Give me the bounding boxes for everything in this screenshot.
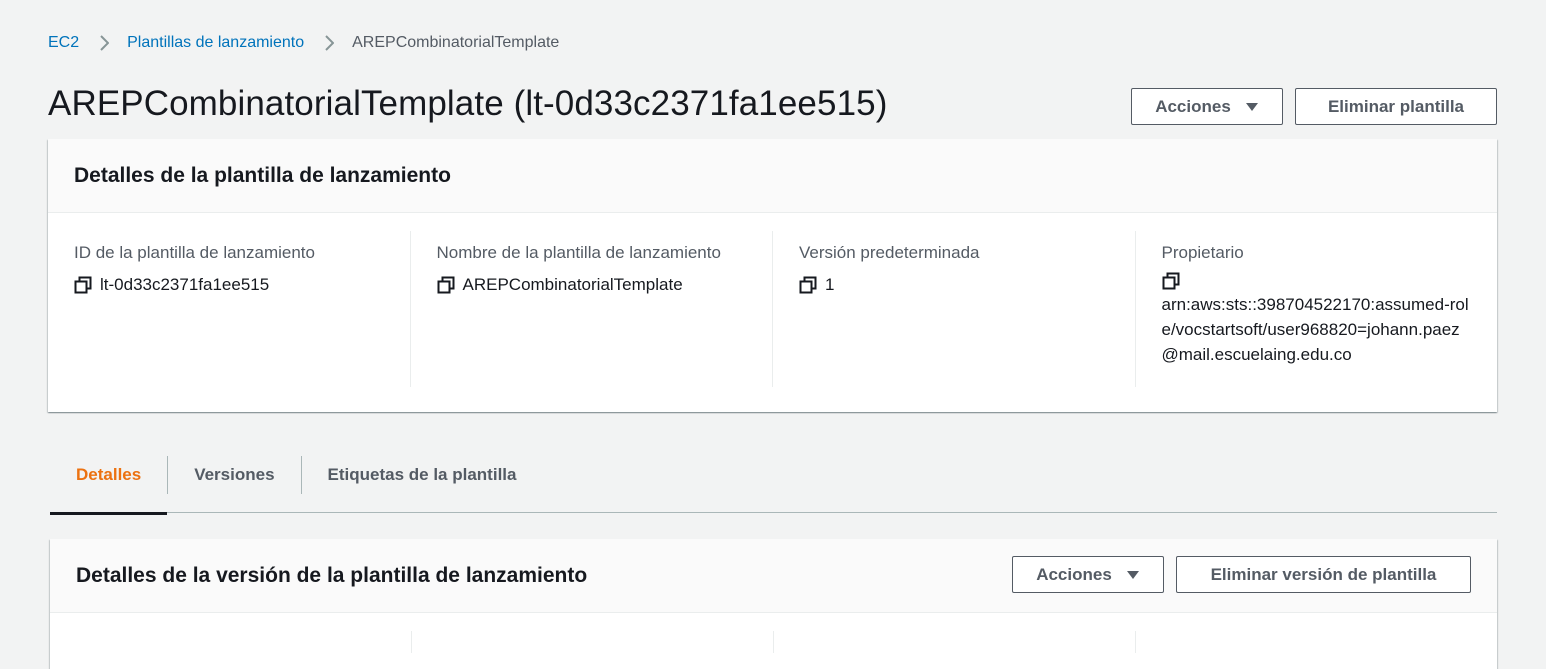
field-value: lt-0d33c2371fa1ee515 xyxy=(100,275,270,294)
breadcrumb-ec2-link[interactable]: EC2 xyxy=(48,34,79,52)
field-owner: Propietario arn:aws:sts::398704522170:as… xyxy=(1134,231,1498,387)
launch-template-details-panel: Detalles de la plantilla de lanzamiento … xyxy=(48,139,1497,412)
page-title: AREPCombinatorialTemplate (lt-0d33c2371f… xyxy=(48,84,888,123)
field-default-version: Versión predeterminada 1 xyxy=(772,231,1135,387)
field-value: arn:aws:sts::398704522170:assumed-role/v… xyxy=(1161,295,1469,364)
field-template-name: Nombre de la plantilla de lanzamiento AR… xyxy=(409,231,773,387)
delete-version-button-label: Eliminar versión de plantilla xyxy=(1210,564,1437,584)
copy-icon[interactable] xyxy=(437,276,455,294)
version-field-column xyxy=(773,631,1135,653)
field-label: Nombre de la plantilla de lanzamiento xyxy=(436,243,721,262)
caret-down-icon xyxy=(1245,102,1259,112)
version-field-column xyxy=(1135,631,1497,653)
field-label: Versión predeterminada xyxy=(799,243,980,262)
delete-template-button[interactable]: Eliminar plantilla xyxy=(1295,88,1497,125)
tab-details[interactable]: Detalles xyxy=(50,437,168,515)
chevron-right-icon xyxy=(99,35,110,51)
tab-bar: Detalles Versiones Etiquetas de la plant… xyxy=(50,437,1497,515)
copy-icon[interactable] xyxy=(799,276,817,294)
details-fields: ID de la plantilla de lanzamiento lt-0d3… xyxy=(48,213,1497,411)
version-panel-title-text: Detalles de la versión de la plantilla d… xyxy=(76,563,588,587)
version-actions-button-label: Acciones xyxy=(1036,564,1112,584)
version-field-column xyxy=(411,631,773,653)
details-panel-title: Detalles de la plantilla de lanzamiento xyxy=(48,139,1497,213)
actions-button-label: Acciones xyxy=(1155,96,1231,116)
field-value: AREPCombinatorialTemplate xyxy=(462,275,683,294)
field-label: ID de la plantilla de lanzamiento xyxy=(74,243,315,262)
delete-version-button[interactable]: Eliminar versión de plantilla xyxy=(1176,556,1471,593)
breadcrumb-current: AREPCombinatorialTemplate xyxy=(352,34,560,51)
field-value: 1 xyxy=(825,275,835,294)
actions-dropdown-button[interactable]: Acciones xyxy=(1131,88,1283,125)
tab-template-tags[interactable]: Etiquetas de la plantilla xyxy=(302,437,543,513)
caret-down-icon xyxy=(1126,570,1140,580)
breadcrumb: EC2 Plantillas de lanzamiento AREPCombin… xyxy=(48,32,559,54)
breadcrumb-launch-templates-link[interactable]: Plantillas de lanzamiento xyxy=(127,34,304,52)
field-label: Propietario xyxy=(1161,243,1244,262)
copy-icon[interactable] xyxy=(74,276,92,294)
field-template-id: ID de la plantilla de lanzamiento lt-0d3… xyxy=(48,231,410,387)
version-actions-dropdown-button[interactable]: Acciones xyxy=(1012,556,1164,593)
delete-template-button-label: Eliminar plantilla xyxy=(1327,96,1465,116)
copy-icon[interactable] xyxy=(1162,272,1180,290)
version-fields xyxy=(50,613,1497,653)
chevron-right-icon xyxy=(324,35,335,51)
tab-versions[interactable]: Versiones xyxy=(168,437,300,513)
version-field-column xyxy=(50,631,411,653)
